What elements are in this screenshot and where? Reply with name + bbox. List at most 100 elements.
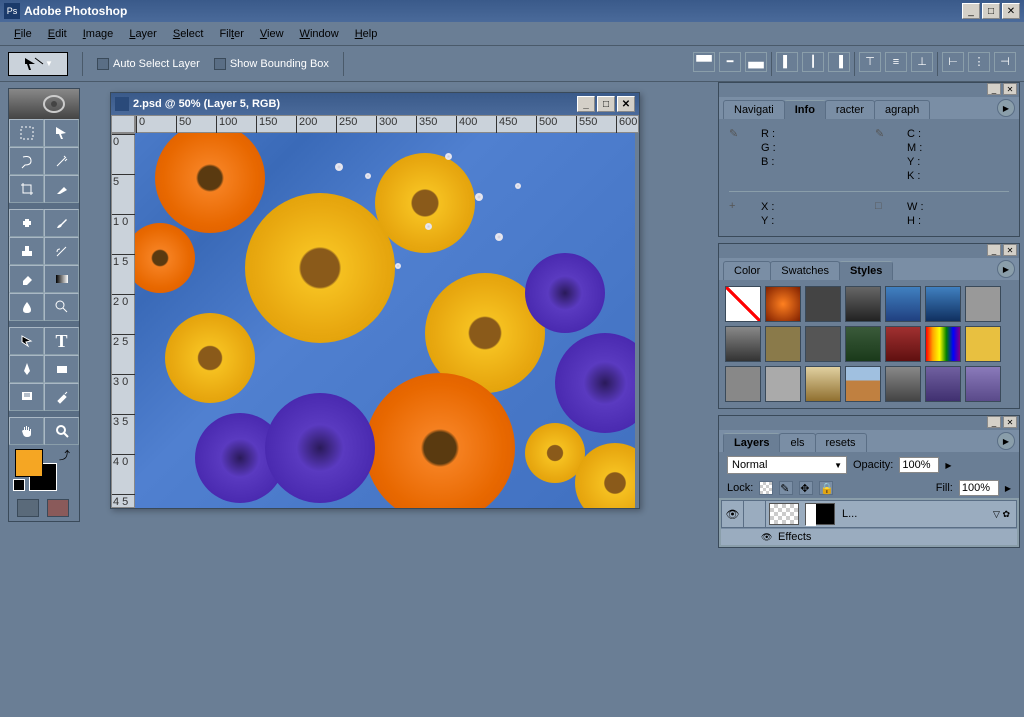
dodge-tool-icon[interactable] — [44, 293, 79, 321]
dist-vcenter-icon[interactable]: ≡ — [885, 52, 907, 72]
document-titlebar[interactable]: 2.psd @ 50% (Layer 5, RGB) _ □ ✕ — [111, 93, 639, 115]
tab-paragraph[interactable]: agraph — [874, 100, 930, 119]
panel-minimize-button[interactable]: _ — [987, 416, 1001, 428]
maximize-button[interactable]: □ — [982, 3, 1000, 19]
style-swatch[interactable] — [805, 326, 841, 362]
eraser-tool-icon[interactable] — [9, 265, 44, 293]
swap-colors-icon[interactable]: ⤴ — [59, 447, 71, 459]
dist-hcenter-icon[interactable]: ⋮ — [968, 52, 990, 72]
marquee-tool-icon[interactable] — [9, 119, 44, 147]
tab-color[interactable]: Color — [723, 261, 771, 280]
align-vcenter-icon[interactable]: ━ — [719, 52, 741, 72]
align-bottom-icon[interactable]: ▄▄ — [745, 52, 767, 72]
tab-swatches[interactable]: Swatches — [770, 261, 840, 280]
align-hcenter-icon[interactable]: ┃ — [802, 52, 824, 72]
lock-transparent-icon[interactable] — [759, 481, 773, 495]
menu-select[interactable]: Select — [165, 25, 212, 43]
style-swatch[interactable] — [765, 366, 801, 402]
menu-help[interactable]: Help — [347, 25, 386, 43]
style-swatch[interactable] — [765, 286, 801, 322]
tab-styles[interactable]: Styles — [839, 261, 893, 280]
fill-input[interactable]: 100% — [959, 480, 999, 496]
doc-close-button[interactable]: ✕ — [617, 96, 635, 112]
blend-mode-select[interactable]: Normal ▼ — [727, 456, 847, 474]
eyedropper-tool-icon[interactable] — [44, 383, 79, 411]
style-swatch[interactable] — [725, 366, 761, 402]
blur-tool-icon[interactable] — [9, 293, 44, 321]
color-swatches[interactable]: ⤴ — [9, 445, 79, 495]
align-right-icon[interactable]: ▐ — [828, 52, 850, 72]
auto-select-checkbox[interactable]: Auto Select Layer — [97, 58, 200, 70]
close-button[interactable]: ✕ — [1002, 3, 1020, 19]
style-swatch[interactable] — [805, 286, 841, 322]
style-swatch[interactable] — [845, 326, 881, 362]
history-brush-tool-icon[interactable] — [44, 237, 79, 265]
menu-window[interactable]: Window — [292, 25, 347, 43]
panel-menu-icon[interactable]: ▶ — [997, 260, 1015, 278]
style-swatch[interactable] — [845, 366, 881, 402]
default-colors-icon[interactable] — [13, 479, 25, 491]
opacity-input[interactable]: 100% — [899, 457, 939, 473]
align-left-icon[interactable]: ▌ — [776, 52, 798, 72]
style-swatch[interactable] — [805, 366, 841, 402]
menu-edit[interactable]: Edit — [40, 25, 75, 43]
style-swatch[interactable] — [885, 326, 921, 362]
panel-close-button[interactable]: ✕ — [1003, 416, 1017, 428]
panel-close-button[interactable]: ✕ — [1003, 244, 1017, 256]
style-swatch[interactable] — [845, 286, 881, 322]
align-top-icon[interactable]: ▀▀ — [693, 52, 715, 72]
style-swatch[interactable] — [925, 366, 961, 402]
canvas-image[interactable] — [135, 133, 635, 508]
current-tool-indicator[interactable]: ▼ — [8, 52, 68, 76]
lock-all-icon[interactable]: 🔒 — [819, 481, 833, 495]
menu-image[interactable]: Image — [75, 25, 122, 43]
shape-tool-icon[interactable] — [44, 355, 79, 383]
dist-left-icon[interactable]: ⊢ — [942, 52, 964, 72]
menu-layer[interactable]: Layer — [121, 25, 165, 43]
wand-tool-icon[interactable] — [44, 147, 79, 175]
pen-tool-icon[interactable] — [9, 355, 44, 383]
opacity-flyout-icon[interactable]: ▶ — [945, 461, 951, 470]
layer-item[interactable]: 👁 L... ▽ ✿ — [721, 500, 1017, 528]
menu-file[interactable]: File — [6, 25, 40, 43]
quickmask-mode-icon[interactable] — [47, 499, 69, 517]
layer-link-icon[interactable] — [744, 501, 766, 527]
panel-menu-icon[interactable]: ▶ — [997, 432, 1015, 450]
layer-thumbnail[interactable] — [769, 503, 799, 525]
style-swatch[interactable] — [885, 286, 921, 322]
standard-mode-icon[interactable] — [17, 499, 39, 517]
tab-layers[interactable]: Layers — [723, 433, 780, 452]
style-swatch[interactable] — [765, 326, 801, 362]
tab-info[interactable]: Info — [784, 100, 826, 119]
horizontal-ruler[interactable]: 0 50 100 150 200 250 300 350 400 450 500… — [135, 115, 639, 133]
layer-effects-label[interactable]: 👁 Effects — [721, 528, 1017, 545]
menu-view[interactable]: View — [252, 25, 292, 43]
path-select-tool-icon[interactable] — [9, 327, 44, 355]
panel-close-button[interactable]: ✕ — [1003, 83, 1017, 95]
layer-name[interactable]: L... — [838, 508, 861, 520]
style-swatch[interactable] — [965, 286, 1001, 322]
lock-pixels-icon[interactable]: ✎ — [779, 481, 793, 495]
stamp-tool-icon[interactable] — [9, 237, 44, 265]
menu-filter[interactable]: Filter — [211, 25, 251, 43]
layer-effects-flyout-icon[interactable]: ▽ ✿ — [993, 509, 1010, 520]
vertical-ruler[interactable]: 0 5 1 0 1 5 2 0 2 5 3 0 3 5 4 0 4 5 — [111, 133, 135, 508]
show-bbox-checkbox[interactable]: Show Bounding Box — [214, 58, 329, 70]
dist-bottom-icon[interactable]: ⊥ — [911, 52, 933, 72]
panel-minimize-button[interactable]: _ — [987, 83, 1001, 95]
hand-tool-icon[interactable] — [9, 417, 44, 445]
minimize-button[interactable]: _ — [962, 3, 980, 19]
crop-tool-icon[interactable] — [9, 175, 44, 203]
panel-menu-icon[interactable]: ▶ — [997, 99, 1015, 117]
move-tool-icon[interactable] — [44, 119, 79, 147]
healing-tool-icon[interactable] — [9, 209, 44, 237]
doc-maximize-button[interactable]: □ — [597, 96, 615, 112]
notes-tool-icon[interactable] — [9, 383, 44, 411]
layer-visibility-icon[interactable]: 👁 — [722, 501, 744, 527]
lock-position-icon[interactable]: ✥ — [799, 481, 813, 495]
style-swatch[interactable] — [725, 326, 761, 362]
brush-tool-icon[interactable] — [44, 209, 79, 237]
style-swatch[interactable] — [965, 366, 1001, 402]
style-none[interactable] — [725, 286, 761, 322]
doc-minimize-button[interactable]: _ — [577, 96, 595, 112]
